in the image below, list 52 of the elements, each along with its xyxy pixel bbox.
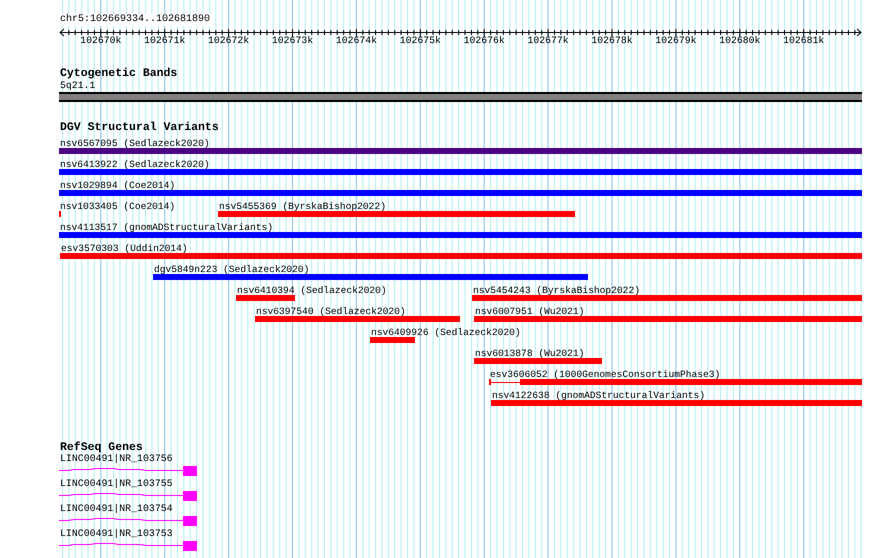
variant-label[interactable]: esv3606052 (1000GenomesConsortiumPhase3) [490, 369, 720, 380]
gene-label[interactable]: LINC00491|NR_103755 [60, 478, 173, 490]
tick-label: 102670k [80, 35, 122, 46]
variant-bar[interactable] [218, 211, 575, 217]
tick-label: 102674k [336, 35, 377, 46]
tick-label: 102680k [719, 35, 760, 46]
variant-bar[interactable] [153, 274, 588, 280]
variant-bar[interactable] [60, 253, 862, 259]
variant-bar[interactable] [370, 337, 415, 343]
gene-label[interactable]: LINC00491|NR_103754 [60, 503, 173, 515]
variant-label[interactable]: nsv6413922 (Sedlazeck2020) [60, 159, 210, 170]
variant-label[interactable]: nsv6567095 (Sedlazeck2020) [60, 138, 210, 149]
variant-bar[interactable] [474, 358, 602, 364]
variant-label[interactable]: nsv1029894 (Coe2014) [60, 180, 176, 191]
variant-label[interactable]: nsv4113517 (gnomADStructuralVariants) [60, 222, 274, 233]
tick-label: 102676k [464, 35, 505, 46]
tick-label: 102671k [144, 35, 186, 46]
tick-label: 102675k [400, 35, 441, 46]
variant-bar[interactable] [59, 232, 862, 238]
tick-label: 102677k [528, 35, 569, 46]
variant-label[interactable]: nsv6409926 (Sedlazeck2020) [371, 327, 521, 338]
variant-bar[interactable] [474, 316, 862, 322]
variant-label[interactable]: nsv1033405 (Coe2014) [60, 201, 176, 212]
gene-label[interactable]: LINC00491|NR_103753 [60, 528, 173, 540]
variant-bar[interactable] [491, 400, 862, 406]
tick-label: 102672k [208, 35, 250, 46]
variant-label[interactable]: nsv6013878 (Wu2021) [475, 348, 584, 359]
track-title: RefSeq Genes [60, 441, 143, 454]
track-title: Cytogenetic Bands [60, 67, 178, 80]
variant-label[interactable]: dgv5849n223 (Sedlazeck2020) [154, 264, 310, 275]
tick-label: 102681k [783, 35, 824, 46]
variant-label[interactable]: nsv5455369 (ByrskaBishop2022) [219, 201, 386, 212]
variant-bar[interactable] [472, 295, 862, 301]
gene-label[interactable]: LINC00491|NR_103756 [60, 453, 173, 465]
variant-label[interactable]: nsv4122638 (gnomADStructuralVariants) [492, 390, 706, 401]
variant-label[interactable]: esv3570303 (Uddin2014) [61, 243, 188, 254]
variant-line[interactable] [489, 379, 520, 385]
variant-bar[interactable] [59, 148, 862, 154]
variant-label[interactable]: nsv6007951 (Wu2021) [475, 306, 584, 317]
variant-bar[interactable] [255, 316, 460, 322]
variant-bar[interactable] [59, 169, 862, 175]
location-label: chr5:102669334..102681890 [60, 14, 210, 26]
variant-label[interactable]: nsv5454243 (ByrskaBishop2022) [473, 285, 640, 296]
tick-label: 102673k [272, 35, 314, 46]
variant-bar[interactable] [236, 295, 295, 301]
band-label: 5q21.1 [60, 80, 96, 91]
variant-label[interactable]: nsv6410394 (Sedlazeck2020) [237, 285, 387, 296]
variant-bar[interactable] [59, 190, 862, 196]
track-title: DGV Structural Variants [60, 121, 219, 134]
tick-label: 102679k [655, 35, 696, 46]
tick-label: 102678k [591, 35, 633, 46]
variant-label[interactable]: nsv6397540 (Sedlazeck2020) [256, 306, 406, 317]
